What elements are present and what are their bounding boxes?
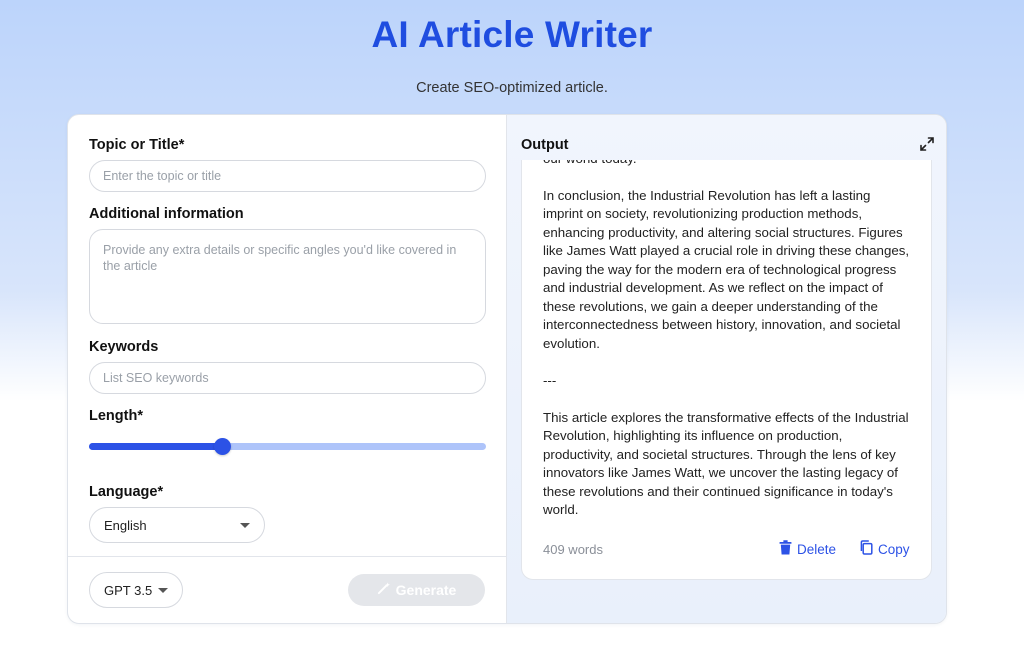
delete-button-label: Delete [797, 541, 837, 557]
generate-button-label: Generate [395, 582, 457, 598]
topic-input[interactable] [89, 160, 486, 192]
page-subtitle: Create SEO-optimized article. [416, 80, 608, 96]
additional-info-textarea[interactable] [89, 229, 486, 324]
length-slider-fill [89, 443, 222, 450]
generate-button[interactable]: Generate [348, 574, 485, 606]
trash-icon [779, 540, 792, 558]
topic-label: Topic or Title* [89, 137, 185, 153]
delete-button[interactable]: Delete [779, 540, 836, 558]
length-slider[interactable] [89, 438, 486, 455]
keywords-input[interactable] [89, 362, 486, 394]
input-form-panel: Topic or Title* Additional information K… [68, 115, 507, 623]
page-title: AI Article Writer [371, 14, 653, 55]
output-paragraph: our world today. [543, 160, 911, 169]
model-select[interactable]: GPT 3.5 [89, 572, 183, 608]
chevron-down-icon [158, 588, 168, 593]
model-select-value: GPT 3.5 [104, 582, 153, 598]
output-panel: Output our world today. In conclusion, t… [507, 115, 946, 623]
copy-icon [859, 540, 873, 558]
additional-info-label: Additional information [89, 206, 244, 222]
output-title: Output [521, 137, 569, 153]
length-label: Length* [89, 408, 143, 424]
copy-button[interactable]: Copy [859, 540, 910, 558]
language-select-value: English [104, 517, 147, 533]
keywords-label: Keywords [89, 339, 159, 355]
language-select[interactable]: English [89, 507, 265, 543]
word-count: 409 words [543, 542, 603, 557]
output-paragraph: This article explores the transformative… [543, 409, 909, 518]
copy-button-label: Copy [878, 541, 910, 557]
language-label: Language* [89, 484, 164, 500]
length-slider-thumb[interactable] [213, 438, 231, 455]
output-separator: --- [543, 372, 557, 388]
article-writer-card: Topic or Title* Additional information K… [67, 114, 947, 624]
output-paragraph: In conclusion, the Industrial Revolution… [543, 187, 910, 351]
magic-wand-icon [377, 582, 390, 598]
chevron-down-icon [240, 523, 250, 528]
expand-icon[interactable] [920, 137, 934, 151]
output-text-area[interactable]: our world today. In conclusion, the Indu… [522, 160, 931, 530]
output-box: our world today. In conclusion, the Indu… [521, 160, 932, 580]
footer-divider [68, 556, 507, 557]
